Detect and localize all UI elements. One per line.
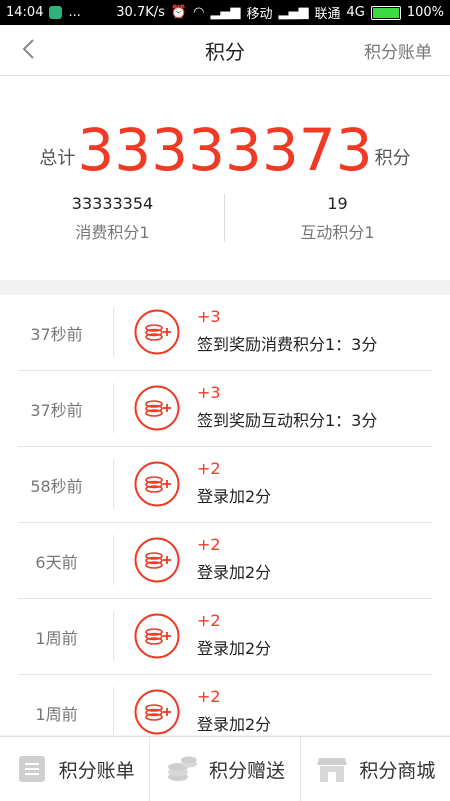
row-divider: [113, 459, 114, 509]
list-item: 37秒前 +3 签到奖励互动积分1：3分: [0, 371, 450, 447]
record-time: 6天前: [35, 553, 78, 572]
record-delta: +2: [197, 459, 221, 478]
bottom-tab-bar: 积分账单 积分赠送 积分商城: [0, 736, 450, 801]
row-divider: [113, 687, 114, 735]
list-icon: [18, 756, 45, 782]
tab-label: 积分商城: [359, 759, 436, 782]
tab-points-gift[interactable]: 积分赠送: [150, 737, 301, 801]
record-description: 登录加2分: [197, 715, 272, 734]
record-description: 登录加2分: [197, 487, 272, 506]
tab-label: 积分账单: [58, 759, 135, 782]
network-type: 4G: [346, 5, 365, 20]
status-time: 14:04: [6, 5, 44, 20]
points-summary: 总计33333373 积分 33333354 消费积分1 19 互动积分1: [0, 76, 450, 280]
coin-plus-icon: [134, 461, 180, 507]
total-suffix: 积分: [374, 148, 411, 169]
battery-level: 100%: [406, 5, 444, 20]
total-points: 总计33333373 积分: [0, 116, 450, 184]
carrier-2: 联通: [314, 7, 341, 22]
interact-points: 19 互动积分1: [225, 194, 450, 243]
points-record-list[interactable]: 37秒前 +3 签到奖励消费积分1：3分 37秒前 +3 签到奖励互动积分1：3分 58秒前…: [0, 295, 450, 735]
list-item: 58秒前 +2 登录加2分: [0, 447, 450, 523]
tab-points-store[interactable]: 积分商城: [301, 737, 450, 801]
record-time: 58秒前: [30, 477, 83, 496]
record-delta: +3: [197, 307, 221, 326]
record-description: 签到奖励互动积分1：3分: [197, 411, 378, 430]
record-delta: +2: [197, 687, 221, 706]
coin-plus-icon: [134, 309, 180, 355]
signal-icon: ▂▄▆: [210, 5, 241, 20]
row-divider: [113, 307, 114, 357]
record-delta: +2: [197, 611, 221, 630]
list-item: 6天前 +2 登录加2分: [0, 523, 450, 599]
list-item: 1周前 +2 登录加2分: [0, 599, 450, 675]
record-delta: +2: [197, 535, 221, 554]
row-divider: [113, 535, 114, 585]
status-bar: 14:04 ... 30.7K/s ⏰ ◠ ▂▄▆ 移动 ▂▄▆ 联通 4G 1…: [0, 0, 450, 25]
tab-points-ledger[interactable]: 积分账单: [0, 737, 151, 801]
record-delta: +3: [197, 383, 221, 402]
interact-label: 互动积分1: [300, 223, 375, 242]
coins-icon: [167, 756, 197, 781]
list-item: 37秒前 +3 签到奖励消费积分1：3分: [0, 295, 450, 371]
record-description: 登录加2分: [197, 639, 272, 658]
consume-label: 消费积分1: [75, 223, 150, 242]
consume-points: 33333354 消费积分1: [0, 194, 225, 243]
alarm-icon: ⏰: [170, 5, 188, 20]
record-time: 37秒前: [30, 401, 83, 420]
interact-value: 19: [327, 194, 348, 213]
points-ledger-link[interactable]: 积分账单: [364, 38, 432, 63]
signal-icon-2: ▂▄▆: [278, 5, 309, 20]
coin-plus-icon: [134, 385, 180, 431]
coin-plus-icon: [134, 689, 180, 735]
title-bar: 积分 积分账单: [0, 25, 450, 76]
status-dots: ...: [68, 5, 81, 20]
carrier-1: 移动: [246, 7, 273, 22]
app-notification-icon: [49, 6, 63, 19]
battery-icon: [370, 5, 401, 20]
coin-plus-icon: [134, 537, 180, 583]
total-value: 33333373: [77, 116, 373, 184]
list-item: 1周前 +2 登录加2分: [0, 675, 450, 735]
record-time: 1周前: [35, 629, 78, 648]
record-description: 签到奖励消费积分1：3分: [197, 335, 378, 354]
store-icon: [317, 758, 348, 782]
record-description: 登录加2分: [197, 563, 272, 582]
tab-label: 积分赠送: [208, 759, 285, 782]
consume-value: 33333354: [71, 194, 154, 213]
record-time: 1周前: [35, 705, 78, 724]
coin-plus-icon: [134, 613, 180, 659]
record-time: 37秒前: [30, 325, 83, 344]
network-speed: 30.7K/s: [116, 5, 165, 20]
row-divider: [113, 383, 114, 433]
row-divider: [113, 611, 114, 661]
wifi-icon: ◠: [193, 5, 205, 20]
total-prefix: 总计: [39, 148, 76, 169]
